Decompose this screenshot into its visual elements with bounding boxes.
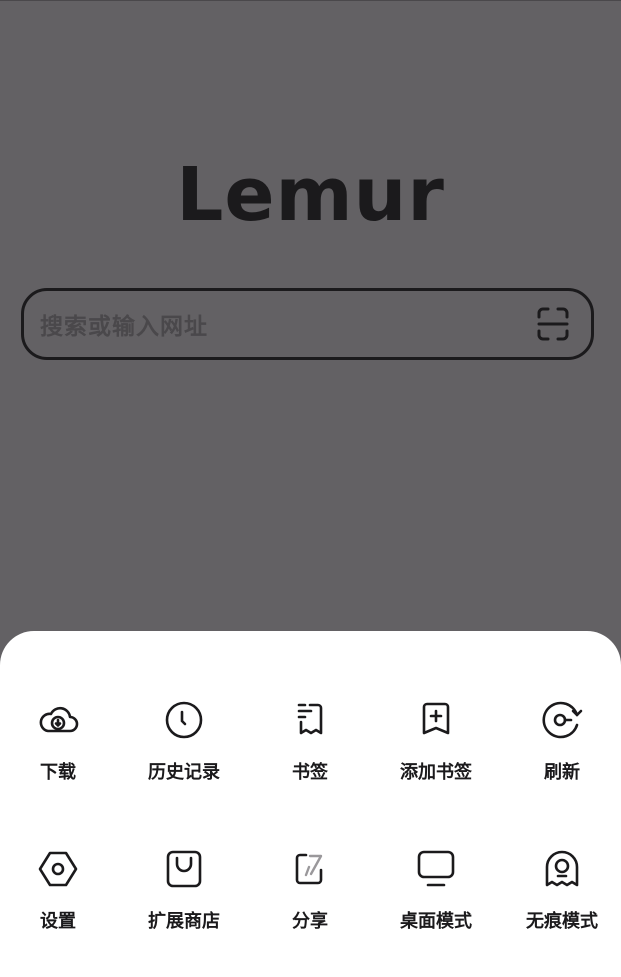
search-input[interactable]: 搜索或输入网址 [40, 307, 533, 341]
add-bookmark-icon [412, 696, 460, 744]
menu-label: 分享 [292, 911, 328, 932]
menu-item-share[interactable]: 分享 [248, 845, 372, 955]
menu-item-download[interactable]: 下载 [0, 696, 120, 806]
menu-label: 下载 [40, 762, 76, 783]
status-divider [0, 0, 621, 1]
menu-item-history[interactable]: 历史记录 [122, 696, 246, 806]
search-bar[interactable]: 搜索或输入网址 [21, 288, 594, 360]
menu-item-refresh[interactable]: 刷新 [500, 696, 621, 806]
refresh-icon [538, 696, 586, 744]
app-logo: Lemur [0, 150, 621, 240]
menu-item-settings[interactable]: 设置 [0, 845, 120, 955]
bookmark-list-icon [286, 696, 334, 744]
menu-label: 添加书签 [400, 762, 472, 783]
incognito-ghost-icon [538, 845, 586, 893]
menu-label: 历史记录 [148, 762, 220, 783]
scan-icon[interactable] [533, 304, 573, 344]
menu-label: 书签 [292, 762, 328, 783]
menu-item-incognito-mode[interactable]: 无痕模式 [500, 845, 621, 955]
menu-label: 刷新 [544, 762, 580, 783]
menu-item-add-bookmark[interactable]: 添加书签 [374, 696, 498, 806]
menu-label: 桌面模式 [400, 911, 472, 932]
menu-label: 扩展商店 [148, 911, 220, 932]
menu-label: 设置 [40, 911, 76, 932]
clock-icon [160, 696, 208, 744]
menu-item-extension-store[interactable]: 扩展商店 [122, 845, 246, 955]
share-icon [286, 845, 334, 893]
shopping-bag-icon [160, 845, 208, 893]
menu-item-desktop-mode[interactable]: 桌面模式 [374, 845, 498, 955]
menu-item-bookmarks[interactable]: 书签 [248, 696, 372, 806]
menu-label: 无痕模式 [526, 911, 598, 932]
monitor-icon [412, 845, 460, 893]
cloud-download-icon [34, 696, 82, 744]
logo-text: Lemur [176, 152, 445, 238]
bottom-menu-sheet: 下载 历史记录 书签 添加书签 刷新 设置 扩展商店 分享 桌面模式 无痕模式 [0, 631, 621, 977]
hexagon-settings-icon [34, 845, 82, 893]
